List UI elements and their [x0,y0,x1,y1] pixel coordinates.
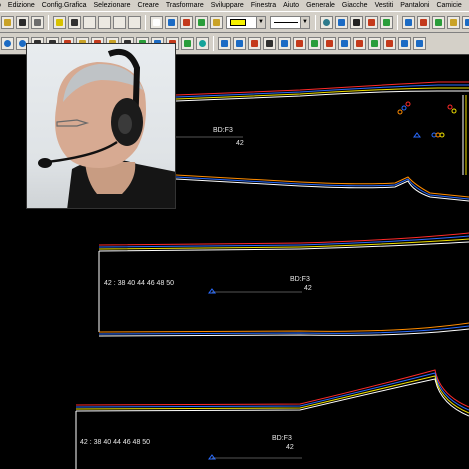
line-style-select[interactable]: ▼ [270,15,310,29]
piece-2-label: BD:F3 [290,276,310,283]
frame-icon[interactable] [218,37,231,50]
number-40-icon[interactable] [263,37,276,50]
main-toolbar: ▼ ▼ [0,11,469,33]
piece-3-size: 42 [286,444,294,451]
piece-icon[interactable] [165,15,178,29]
print-icon[interactable] [31,15,44,29]
measure-icon[interactable] [53,15,66,29]
toolbar-separator [315,14,316,30]
menu-bar: o Edizione Config.Grafica Selezionare Cr… [0,0,469,11]
line-preview [274,21,298,23]
blank-icon[interactable] [83,15,96,29]
piece-2-size-run: 42 : 38 40 44 46 48 50 [104,280,174,287]
menu-item-aiuto[interactable]: Aiuto [280,0,303,11]
toolbar-separator [48,14,49,30]
grade-icon[interactable] [210,15,223,29]
pattern-piece-3[interactable] [75,369,469,469]
toolbar-separator [145,14,146,30]
toolbar-separator [397,14,398,30]
menu-item-generale[interactable]: Generale [303,0,339,11]
plus-icon[interactable] [383,37,396,50]
menu-item-creare[interactable]: Creare [134,0,162,11]
piece-view-icon[interactable] [402,15,415,29]
menu-item-finestra[interactable]: Finestra [248,0,280,11]
presenter-image [38,48,175,208]
grade-markers [397,101,457,138]
chevron-down-icon: ▼ [300,16,309,28]
menu-item-vestiti[interactable]: Vestiti [372,0,398,11]
select-arrow-icon[interactable] [350,15,363,29]
menu-item-edizione[interactable]: Edizione [5,0,39,11]
piece-1-size: 42 [236,140,244,147]
box-icon[interactable] [278,37,291,50]
measure-icon[interactable] [353,37,366,50]
piece-3-label: BD:F3 [272,435,292,442]
menu-item-pantaloni[interactable]: Pantaloni [397,0,433,11]
square-icon[interactable] [398,37,411,50]
stitch-icon[interactable] [338,37,351,50]
square-icon[interactable] [413,37,426,50]
pattern-icon[interactable] [180,15,193,29]
menu-item-camicie[interactable]: Camicie [433,0,465,11]
menu-item-trasformare[interactable]: Trasformare [163,0,208,11]
table-icon[interactable] [462,15,469,29]
shape-icon[interactable] [195,15,208,29]
piece-3-size-run: 42 : 38 40 44 46 48 50 [80,439,150,446]
chart-icon[interactable] [308,37,321,50]
info-icon[interactable] [335,15,348,29]
help-icon[interactable] [196,37,209,50]
menu-item-sviluppare[interactable]: Sviluppare [208,0,248,11]
seam-icon[interactable] [248,37,261,50]
point-icon[interactable] [368,37,381,50]
cut-icon[interactable] [365,15,378,29]
blank-icon[interactable] [128,15,141,29]
grid-icon[interactable] [323,37,336,50]
blank-icon[interactable] [113,15,126,29]
marker-icon[interactable] [447,15,460,29]
chevron-down-icon: ▼ [256,16,265,28]
copy-icon[interactable] [380,15,393,29]
notch-icon[interactable] [432,15,445,29]
open-icon[interactable] [1,15,14,29]
piece-1-label: BD:F3 [213,127,233,134]
mirror-icon[interactable] [68,15,81,29]
layer-icon[interactable] [417,15,430,29]
save-icon[interactable] [16,15,29,29]
pattern-piece-1[interactable] [175,81,469,202]
menu-item-selezionare[interactable]: Selezionare [91,0,135,11]
toolbar-separator [213,36,214,51]
percent-icon[interactable] [293,37,306,50]
pencil-icon[interactable] [181,37,194,50]
piece-2-size: 42 [304,285,312,292]
zoom-icon[interactable] [1,37,14,50]
color-swatch [230,18,246,26]
frame-icon[interactable] [150,15,163,29]
blank-icon[interactable] [98,15,111,29]
webcam-overlay [26,43,176,209]
pin-icon[interactable] [320,15,333,29]
menu-item-config-grafica[interactable]: Config.Grafica [39,0,91,11]
color-select[interactable]: ▼ [226,15,266,29]
fold-icon[interactable] [233,37,246,50]
menu-item-giacche[interactable]: Giacche [339,0,372,11]
